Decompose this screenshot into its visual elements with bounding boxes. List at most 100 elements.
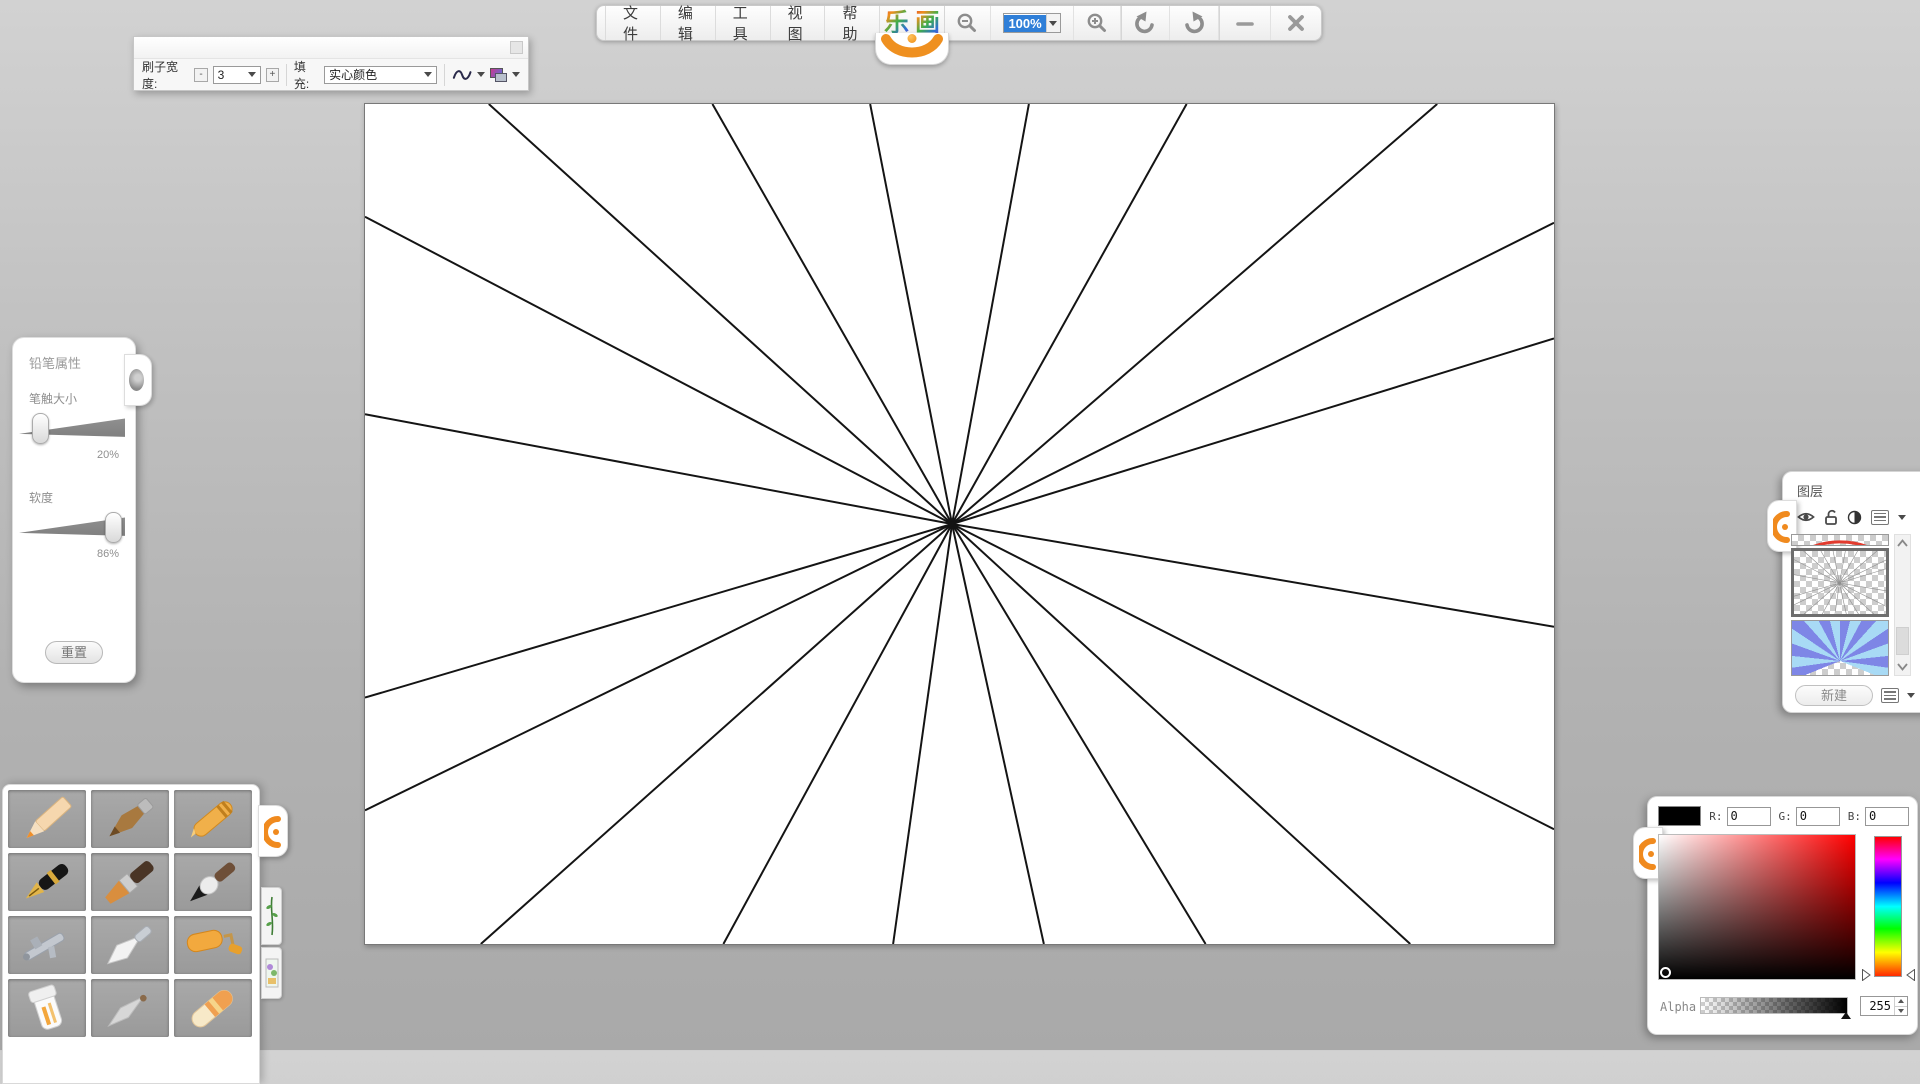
- hue-marker-left-icon[interactable]: [1862, 969, 1871, 981]
- color-caret-icon[interactable]: [511, 72, 520, 77]
- pencil-panel-handle[interactable]: [124, 354, 152, 406]
- brush-width-value: 3: [217, 67, 225, 82]
- alpha-spin-up-button[interactable]: [1895, 997, 1907, 1006]
- minimize-button[interactable]: [1220, 6, 1272, 40]
- alpha-spinner[interactable]: 255: [1860, 996, 1908, 1016]
- softness-thumb[interactable]: [104, 512, 122, 543]
- close-icon: [1288, 15, 1304, 31]
- softness-label: 软度: [29, 491, 54, 505]
- minimize-icon: [1236, 22, 1254, 26]
- menu-item-view[interactable]: 视图: [771, 5, 826, 43]
- layer-visibility-eye-icon[interactable]: [1797, 510, 1815, 524]
- logo-smile-bump: [875, 33, 950, 65]
- layer-item-rainbow[interactable]: [1791, 534, 1889, 546]
- brush-width-minus-button[interactable]: -: [194, 67, 208, 82]
- layer-blend-contrast-icon[interactable]: [1847, 510, 1862, 525]
- fill-value: 实心颜色: [329, 68, 378, 82]
- tool-fountain-pen[interactable]: [8, 853, 86, 911]
- menu-item-file[interactable]: 文件: [605, 5, 661, 43]
- tool-crayon[interactable]: [174, 790, 252, 848]
- tool-colored-pencil[interactable]: [8, 790, 86, 848]
- tool-grid: [3, 785, 259, 1042]
- brush-width-caret-icon[interactable]: [247, 72, 256, 77]
- alpha-marker-icon[interactable]: [1841, 1012, 1851, 1019]
- tool-wood-pencil[interactable]: [91, 790, 169, 848]
- stroke-size-thumb[interactable]: [32, 413, 49, 444]
- tool-ink-brush[interactable]: [174, 853, 252, 911]
- hue-bar[interactable]: [1874, 836, 1902, 977]
- menu-item-file-label: 文件: [623, 5, 639, 43]
- alpha-slider[interactable]: [1700, 997, 1848, 1014]
- redo-icon: [1185, 11, 1205, 34]
- brush-width-plus-button[interactable]: +: [265, 67, 279, 82]
- menu-item-help[interactable]: 帮助: [825, 5, 881, 43]
- close-button[interactable]: [1271, 6, 1321, 40]
- fill-combo[interactable]: 实心颜色: [324, 65, 438, 84]
- rgb-row: R: G: B:: [1658, 806, 1909, 826]
- scroll-down-icon[interactable]: [1897, 663, 1908, 671]
- b-input[interactable]: [1865, 806, 1909, 826]
- handle-ear-icon: [1773, 511, 1790, 543]
- alpha-value: 255: [1869, 999, 1891, 1013]
- zoom-in-button[interactable]: [1074, 6, 1121, 40]
- current-color-swatch[interactable]: [1658, 806, 1702, 826]
- layer-menu-list-icon[interactable]: [1881, 688, 1899, 703]
- menu-item-edit-label: 编辑: [677, 5, 693, 43]
- layers-toolbar: [1797, 508, 1920, 526]
- rainbow-layer-thumbnail: [1813, 540, 1867, 545]
- brush-window-titlebar[interactable]: [134, 37, 528, 59]
- tool-palette-knife[interactable]: [91, 916, 169, 974]
- r-input[interactable]: [1726, 806, 1771, 826]
- scroll-up-icon[interactable]: [1897, 539, 1908, 547]
- plant-brush-tab[interactable]: [261, 887, 282, 945]
- brush-settings-window: 刷子宽度: - 3 + 填充: 实心颜色: [133, 36, 529, 91]
- undo-icon: [1135, 11, 1155, 34]
- undo-button[interactable]: [1121, 6, 1171, 40]
- tool-fine-knife[interactable]: [91, 979, 169, 1037]
- scrollbar-thumb[interactable]: [1896, 627, 1909, 655]
- layer-list-scrollbar[interactable]: [1894, 534, 1911, 676]
- toolbar-separator: [285, 63, 287, 86]
- stroke-size-value: 20%: [96, 449, 119, 461]
- hue-marker-right-icon[interactable]: [1906, 969, 1915, 981]
- image-stamp-tab[interactable]: [261, 947, 282, 999]
- layer-options-list-icon[interactable]: [1871, 509, 1889, 525]
- tool-palette: [2, 784, 288, 1084]
- brush-window-collapse-button[interactable]: [510, 41, 523, 54]
- zoom-level-caret[interactable]: [1045, 14, 1060, 32]
- saturation-value-square[interactable]: [1658, 834, 1856, 980]
- tool-palette-handle[interactable]: [258, 805, 288, 857]
- layer-lock-icon[interactable]: [1824, 509, 1838, 525]
- alpha-spin-down-button[interactable]: [1895, 1005, 1907, 1016]
- stroke-style-icon[interactable]: [452, 67, 472, 83]
- zoom-out-icon: [958, 13, 977, 32]
- fill-caret-icon[interactable]: [424, 72, 433, 77]
- zoom-out-button[interactable]: [944, 6, 992, 40]
- new-layer-button[interactable]: 新建: [1795, 685, 1873, 706]
- menu-item-edit[interactable]: 编辑: [661, 5, 716, 43]
- reset-button[interactable]: 重置: [45, 641, 103, 664]
- tool-flat-brush[interactable]: [91, 853, 169, 911]
- redo-button[interactable]: [1170, 6, 1220, 40]
- brush-width-combo[interactable]: 3: [212, 65, 261, 84]
- tool-eraser[interactable]: [174, 979, 252, 1037]
- tool-paint-roller[interactable]: [174, 916, 252, 974]
- stroke-fill-color-icon[interactable]: [490, 67, 507, 82]
- drawing-canvas[interactable]: [364, 103, 1555, 945]
- stroke-size-slider[interactable]: [19, 411, 129, 447]
- fill-label: 填充:: [293, 59, 310, 91]
- layer-menu-caret-icon[interactable]: [1907, 693, 1915, 698]
- layer-item-blue-rays[interactable]: [1791, 620, 1889, 676]
- menu-item-tools[interactable]: 工具: [716, 5, 771, 43]
- zoom-level-combo[interactable]: 100%: [991, 6, 1074, 40]
- softness-slider[interactable]: [19, 510, 129, 546]
- g-input[interactable]: [1795, 806, 1840, 826]
- zoom-in-icon: [1087, 13, 1106, 32]
- tool-airbrush[interactable]: [8, 916, 86, 974]
- brush-settings-row: 刷子宽度: - 3 + 填充: 实心颜色: [134, 59, 528, 91]
- tool-marker[interactable]: [8, 979, 86, 1037]
- layer-options-caret-icon[interactable]: [1898, 514, 1906, 520]
- handle-ear-icon: [1639, 838, 1656, 870]
- layer-item-sketch-lines[interactable]: [1791, 547, 1889, 618]
- stroke-style-caret-icon[interactable]: [477, 72, 486, 77]
